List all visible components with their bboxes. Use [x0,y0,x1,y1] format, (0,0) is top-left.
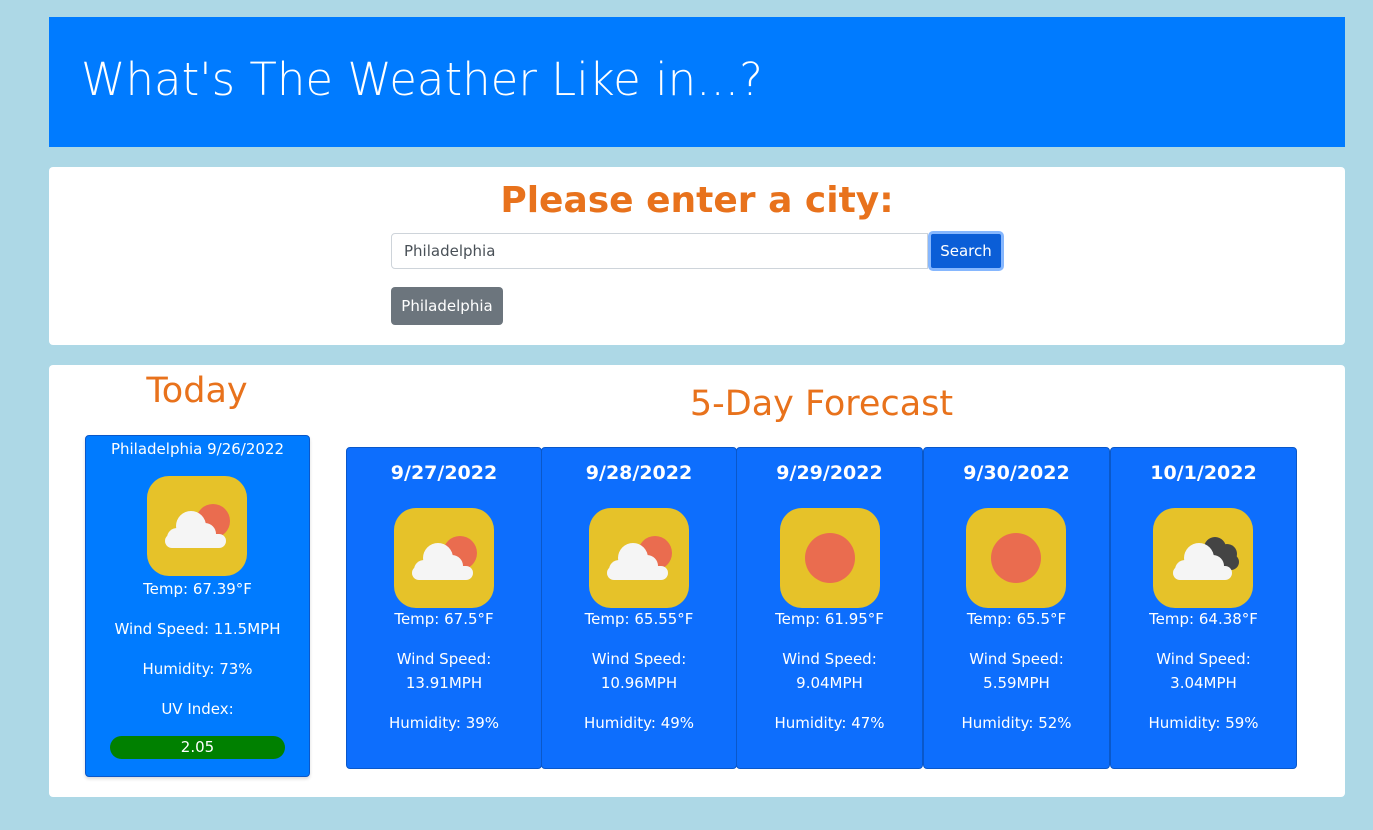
forecast-wind-label: Wind Speed: [969,650,1064,668]
forecast-temp: Temp: 61.95°F [775,610,884,628]
search-button[interactable]: Search [928,231,1004,271]
forecast-card: 9/30/2022 Temp: 65.5°F Wind Speed: 5.59M… [923,447,1110,769]
forecast-date: 9/30/2022 [963,462,1070,484]
forecast-date: 9/28/2022 [585,462,693,484]
partly-cloudy-icon [589,508,689,608]
forecast-wind-label: Wind Speed: [782,650,877,668]
page-title: What's The Weather Like in...? [81,53,763,106]
today-humidity: Humidity: 73% [142,660,253,678]
forecast-wind-label: Wind Speed: [1156,650,1251,668]
forecast-date: 10/1/2022 [1150,462,1257,484]
search-prompt: Please enter a city: [500,180,894,221]
results-panel: Today Philadelphia 9/26/2022 Temp: 67.39… [49,365,1345,797]
forecast-humidity: Humidity: 47% [774,714,885,732]
sun-icon [780,508,880,608]
city-search-input[interactable] [391,233,928,269]
forecast-title: 5-Day Forecast [689,384,954,424]
forecast-humidity: Humidity: 59% [1148,714,1259,732]
sun-icon [966,508,1066,608]
today-wind: Wind Speed: 11.5MPH [114,620,281,638]
forecast-humidity: Humidity: 39% [388,714,500,732]
today-card: Philadelphia 9/26/2022 Temp: 67.39°F Win… [85,435,310,777]
today-uv-label: UV Index: [161,700,234,718]
forecast-humidity: Humidity: 49% [583,714,695,732]
forecast-temp: Temp: 65.5°F [966,610,1067,628]
header-banner: What's The Weather Like in...? [49,17,1345,147]
search-panel: Please enter a city: Search Philadelphia [49,167,1345,345]
today-title: Today [146,371,248,411]
cloudy-icon [1153,508,1253,608]
forecast-card: 9/27/2022 Temp: 67.5°F Wind Speed: 13.91… [346,447,542,769]
partly-cloudy-icon [147,476,247,576]
forecast-date: 9/27/2022 [390,462,498,484]
history-city-button[interactable]: Philadelphia [391,287,503,325]
forecast-wind-value: 5.59MPH [983,674,1050,692]
today-temp: Temp: 67.39°F [143,580,252,598]
forecast-wind-value: 9.04MPH [796,674,863,692]
forecast-card: 9/29/2022 Temp: 61.95°F Wind Speed: 9.04… [736,447,923,769]
forecast-date: 9/29/2022 [776,462,883,484]
today-city-date: Philadelphia 9/26/2022 [110,440,285,458]
forecast-temp: Temp: 65.55°F [584,610,694,628]
forecast-temp: Temp: 67.5°F [394,610,494,628]
forecast-temp: Temp: 64.38°F [1149,610,1258,628]
forecast-card: 9/28/2022 Temp: 65.55°F Wind Speed: 10.9… [541,447,737,769]
forecast-humidity: Humidity: 52% [961,714,1072,732]
forecast-wind-label: Wind Speed: [591,650,687,668]
uv-index-badge: 2.05 [110,736,285,759]
forecast-card: 10/1/2022 Temp: 64.38°F Wind Speed: 3.04 [1110,447,1297,769]
forecast-wind-value: 10.96MPH [600,674,678,692]
forecast-wind-value: 13.91MPH [405,674,483,692]
forecast-wind-label: Wind Speed: [396,650,492,668]
forecast-wind-value: 3.04MPH [1170,674,1237,692]
partly-cloudy-icon [394,508,494,608]
